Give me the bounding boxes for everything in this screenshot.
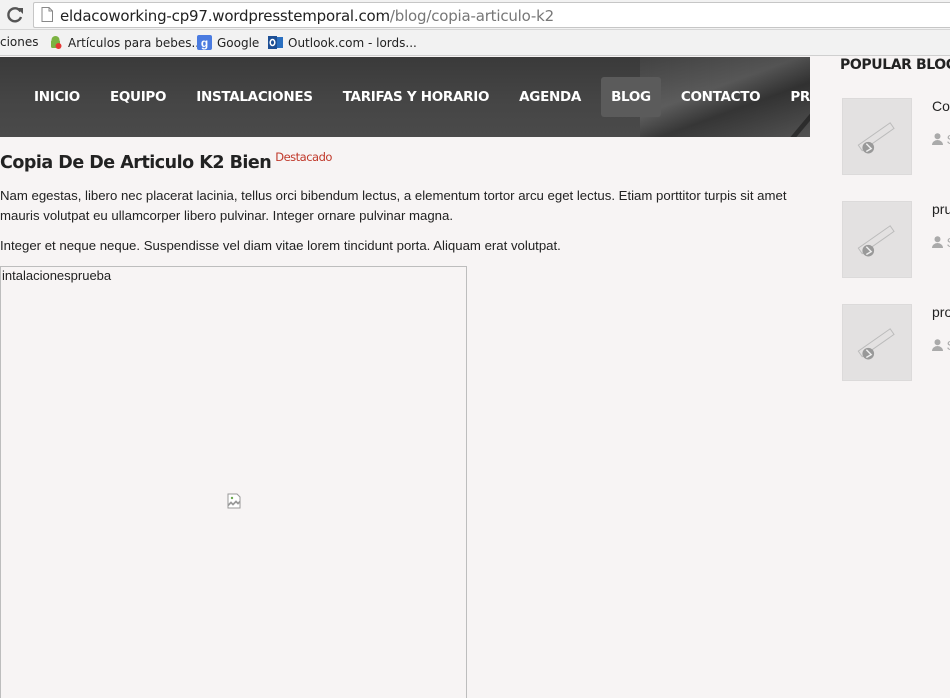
main-nav: INICIO EQUIPO INSTALACIONES TARIFAS Y HO… <box>24 77 870 117</box>
google-icon: g <box>197 35 212 50</box>
bookmark-label: Outlook.com - lords... <box>288 35 417 50</box>
bookmark-item[interactable]: Outlook.com - lords... <box>268 35 417 50</box>
post-author: S <box>947 132 950 147</box>
sidebar-popular-posts: POPULAR BLOG P Co S pru S <box>810 57 950 698</box>
reload-icon[interactable] <box>5 5 25 25</box>
post-meta: S <box>932 235 950 250</box>
bookmarks-bar: ciones Artículos para bebes... g Google … <box>0 30 950 56</box>
nav-item-instalaciones[interactable]: INSTALACIONES <box>186 77 322 117</box>
user-icon <box>932 133 943 145</box>
bookmark-item[interactable]: Artículos para bebes... <box>48 35 203 50</box>
browser-toolbar: eldacoworking-cp97.wordpresstemporal.com… <box>0 0 950 30</box>
popular-post[interactable]: pru S <box>842 201 950 281</box>
bookmark-label: Artículos para bebes... <box>68 35 203 50</box>
post-title[interactable]: Co <box>932 98 950 114</box>
post-meta: S <box>932 132 950 147</box>
url-host: eldacoworking-cp97.wordpresstemporal.com <box>60 7 390 25</box>
image-alt-text: intalacionesprueba <box>2 268 112 283</box>
nav-item-equipo[interactable]: EQUIPO <box>100 77 176 117</box>
svg-text:g: g <box>201 36 208 50</box>
post-author: S <box>947 338 950 353</box>
site-header: INICIO EQUIPO INSTALACIONES TARIFAS Y HO… <box>0 57 950 137</box>
bookmark-item[interactable]: g Google <box>197 35 259 50</box>
bookmark-label: Google <box>217 35 260 50</box>
android-icon <box>51 36 62 49</box>
article-image: intalacionesprueba <box>0 266 467 698</box>
nav-item-tarifas-y-horario[interactable]: TARIFAS Y HORARIO <box>333 77 499 117</box>
article-title: Copia De De Articulo K2 Bien Destacado <box>0 150 332 173</box>
nav-item-blog[interactable]: BLOG <box>601 77 661 117</box>
nav-item-contacto[interactable]: CONTACTO <box>671 77 770 117</box>
post-title[interactable]: pro <box>932 304 950 320</box>
url-path: /blog/copia-articulo-k2 <box>389 7 554 25</box>
url-text: eldacoworking-cp97.wordpresstemporal.com… <box>60 7 554 25</box>
article-paragraph: Integer et neque neque. Suspendisse vel … <box>0 238 561 253</box>
post-title[interactable]: pru <box>932 201 950 217</box>
bookmark-item[interactable]: ciones <box>0 35 39 49</box>
popular-post[interactable]: pro S <box>842 304 950 384</box>
post-author: S <box>947 235 950 250</box>
main-content: Copia De De Articulo K2 Bien Destacado Na… <box>0 137 810 698</box>
outlook-icon <box>268 36 283 49</box>
user-icon <box>932 339 943 351</box>
broken-image-icon <box>227 493 241 509</box>
post-thumbnail[interactable] <box>842 98 912 175</box>
popular-post[interactable]: Co S <box>842 98 950 178</box>
nav-item-agenda[interactable]: AGENDA <box>509 77 591 117</box>
post-meta: S <box>932 338 950 353</box>
article-paragraph: Nam egestas, libero nec placerat lacinia… <box>0 188 787 223</box>
article-title-text: Copia De De Articulo K2 Bien <box>0 153 272 173</box>
page-icon <box>41 7 53 22</box>
bookmark-label: ciones <box>0 35 39 49</box>
post-thumbnail[interactable] <box>842 201 912 278</box>
post-thumbnail[interactable] <box>842 304 912 381</box>
address-bar[interactable]: eldacoworking-cp97.wordpresstemporal.com… <box>33 2 950 28</box>
sidebar-title: POPULAR BLOG P <box>840 57 950 73</box>
featured-badge: Destacado <box>275 150 332 164</box>
nav-item-inicio[interactable]: INICIO <box>24 77 90 117</box>
user-icon <box>932 236 943 248</box>
